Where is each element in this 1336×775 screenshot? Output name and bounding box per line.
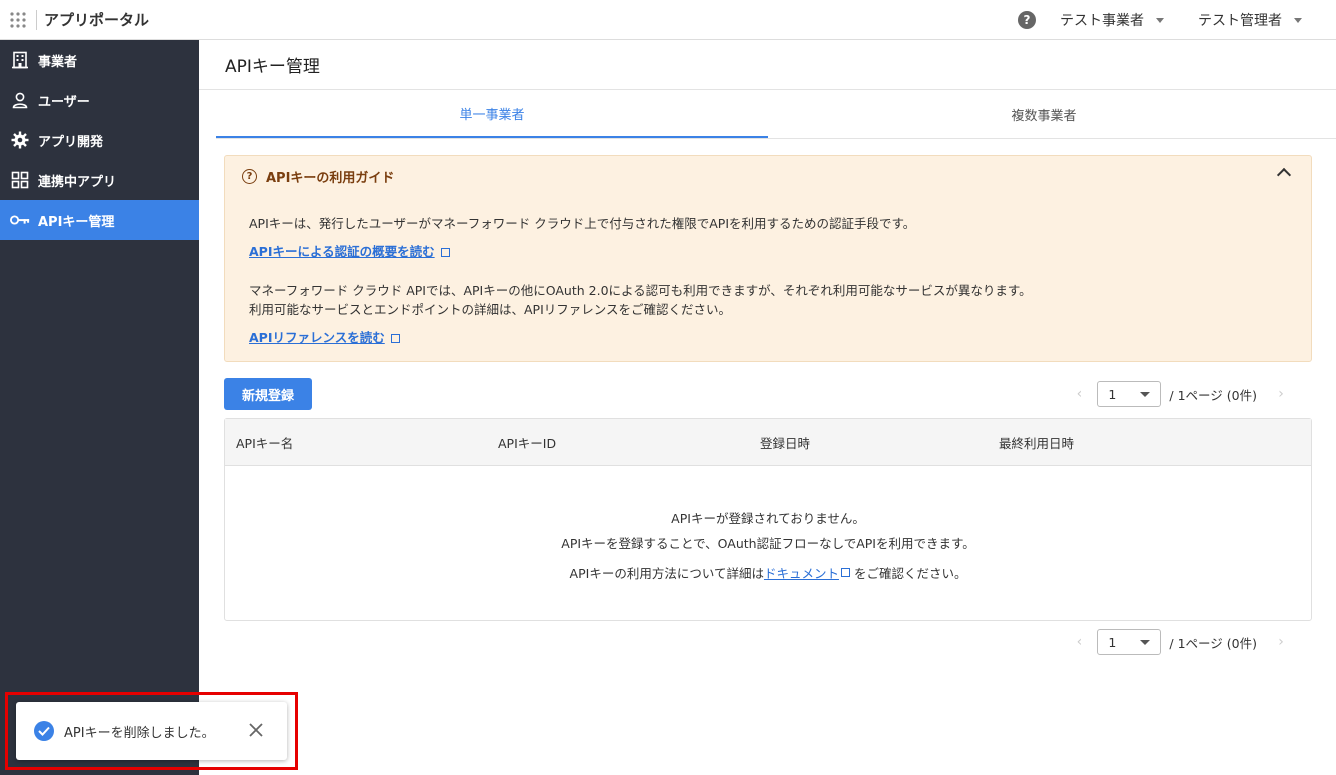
pagination-bottom: ‹ 1 / 1ページ (0件) ›	[1069, 629, 1291, 655]
guide-header[interactable]: ? APIキーの利用ガイド	[225, 156, 1311, 196]
column-header-created-at[interactable]: 登録日時	[760, 419, 810, 466]
page-info: / 1ページ (0件)	[1169, 387, 1257, 403]
pagination-top: ‹ 1 / 1ページ (0件) ›	[1069, 381, 1291, 407]
sidebar-item-label: アプリ開発	[38, 134, 104, 150]
documentation-link[interactable]: ドキュメント	[764, 566, 839, 581]
tab-single-office[interactable]: 単一事業者	[216, 90, 768, 138]
external-link-icon	[440, 248, 450, 257]
auth-overview-link[interactable]: APIキーによる認証の概要を読む	[249, 242, 435, 261]
guide-link-row-1: APIキーによる認証の概要を読む	[249, 242, 1032, 261]
guide-paragraph-1: APIキーは、発行したユーザーがマネーフォワード クラウド上で付与された権限でA…	[249, 216, 916, 231]
guide-paragraph-2: マネーフォワード クラウド APIでは、APIキーの他にOAuth 2.0による…	[249, 283, 1032, 298]
tab-multiple-offices[interactable]: 複数事業者	[768, 90, 1320, 138]
user-dropdown[interactable]: テスト管理者	[1198, 10, 1302, 30]
user-icon	[10, 90, 30, 110]
sidebar-item-label: ユーザー	[38, 94, 90, 110]
header-divider	[36, 9, 37, 30]
guide-paragraph-3: 利用可能なサービスとエンドポイントの詳細は、APIリファレンスをご確認ください。	[249, 302, 732, 317]
tabs: 単一事業者 複数事業者	[216, 90, 1336, 139]
chevron-down-icon	[1140, 391, 1151, 397]
new-registration-button[interactable]: 新規登録	[224, 378, 312, 410]
column-header-api-key-name[interactable]: APIキー名	[236, 419, 293, 466]
external-link-icon	[840, 568, 850, 577]
toast-message: APIキーを削除しました。	[64, 725, 215, 741]
sidebar-item-api-keys[interactable]: APIキー管理	[0, 200, 199, 240]
sidebar-item-connected-apps[interactable]: 連携中アプリ	[0, 160, 199, 200]
header-right: ? テスト事業者 テスト管理者	[1018, 0, 1336, 40]
check-circle-icon	[34, 721, 54, 741]
chevron-down-icon	[1140, 639, 1151, 645]
empty-line-1: APIキーが登録されておりません。	[671, 511, 865, 526]
empty-line-2: APIキーを登録することで、OAuth認証フローなしでAPIを利用できます。	[561, 536, 975, 551]
next-page-button[interactable]: ›	[1271, 634, 1291, 650]
guide-body: APIキーは、発行したユーザーがマネーフォワード クラウド上で付与された権限でA…	[249, 214, 1032, 347]
chevron-down-icon	[1156, 17, 1164, 23]
column-header-last-used-at[interactable]: 最終利用日時	[999, 419, 1074, 466]
prev-page-button[interactable]: ‹	[1069, 634, 1089, 650]
empty-line-3-pre: APIキーの利用方法について詳細は	[569, 566, 764, 581]
empty-line-3-post: をご確認ください。	[849, 566, 967, 581]
page-title: APIキー管理	[225, 57, 320, 77]
app-launcher-icon[interactable]	[0, 0, 36, 40]
chevron-down-icon	[1294, 17, 1302, 23]
page-select-value: 1	[1108, 634, 1117, 650]
top-header: アプリポータル ? テスト事業者 テスト管理者	[0, 0, 1336, 40]
main-content: APIキー管理 単一事業者 複数事業者 ? APIキーの利用ガイド APIキーは…	[199, 40, 1336, 775]
sidebar-item-office[interactable]: 事業者	[0, 40, 199, 80]
sidebar-item-label: 連携中アプリ	[38, 174, 117, 190]
success-toast: APIキーを削除しました。	[16, 702, 287, 760]
next-page-button[interactable]: ›	[1271, 386, 1291, 402]
api-key-table: APIキー名 APIキーID 登録日時 最終利用日時 APIキーが登録されており…	[224, 418, 1312, 621]
sidebar: 事業者 ユーザー アプリ開発 連携中アプリ APIキー管理	[0, 40, 199, 775]
prev-page-button[interactable]: ‹	[1069, 386, 1089, 402]
api-reference-link[interactable]: APIリファレンスを読む	[249, 328, 385, 347]
page-select[interactable]: 1	[1097, 629, 1162, 655]
building-icon	[10, 50, 30, 70]
guide-title: APIキーの利用ガイド	[266, 170, 395, 186]
question-circle-icon: ?	[242, 168, 257, 184]
guide-link-row-2: APIリファレンスを読む	[249, 328, 1032, 347]
page-select-value: 1	[1108, 386, 1117, 402]
table-header: APIキー名 APIキーID 登録日時 最終利用日時	[225, 419, 1311, 466]
user-dropdown-label: テスト管理者	[1198, 13, 1282, 29]
empty-line-3: APIキーの利用方法について詳細はドキュメント をご確認ください。	[225, 563, 1311, 582]
office-dropdown[interactable]: テスト事業者	[1060, 10, 1164, 30]
sidebar-item-users[interactable]: ユーザー	[0, 80, 199, 120]
key-icon	[10, 210, 30, 230]
page-title-bar: APIキー管理	[199, 40, 1336, 90]
gear-icon	[10, 130, 30, 150]
api-key-guide-panel: ? APIキーの利用ガイド APIキーは、発行したユーザーがマネーフォワード ク…	[224, 155, 1312, 362]
brand-title[interactable]: アプリポータル	[44, 9, 149, 30]
apps-grid-icon	[10, 170, 30, 190]
office-dropdown-label: テスト事業者	[1060, 13, 1144, 29]
close-icon[interactable]	[247, 721, 265, 739]
sidebar-item-label: APIキー管理	[38, 214, 115, 230]
empty-state: APIキーが登録されておりません。 APIキーを登録することで、OAuth認証フ…	[225, 466, 1311, 620]
external-link-icon	[390, 334, 400, 343]
sidebar-item-label: 事業者	[38, 54, 78, 70]
page-select[interactable]: 1	[1097, 381, 1162, 407]
sidebar-item-app-development[interactable]: アプリ開発	[0, 120, 199, 160]
page-info: / 1ページ (0件)	[1169, 635, 1257, 651]
help-icon[interactable]: ?	[1018, 11, 1036, 29]
column-header-api-key-id[interactable]: APIキーID	[498, 419, 556, 466]
